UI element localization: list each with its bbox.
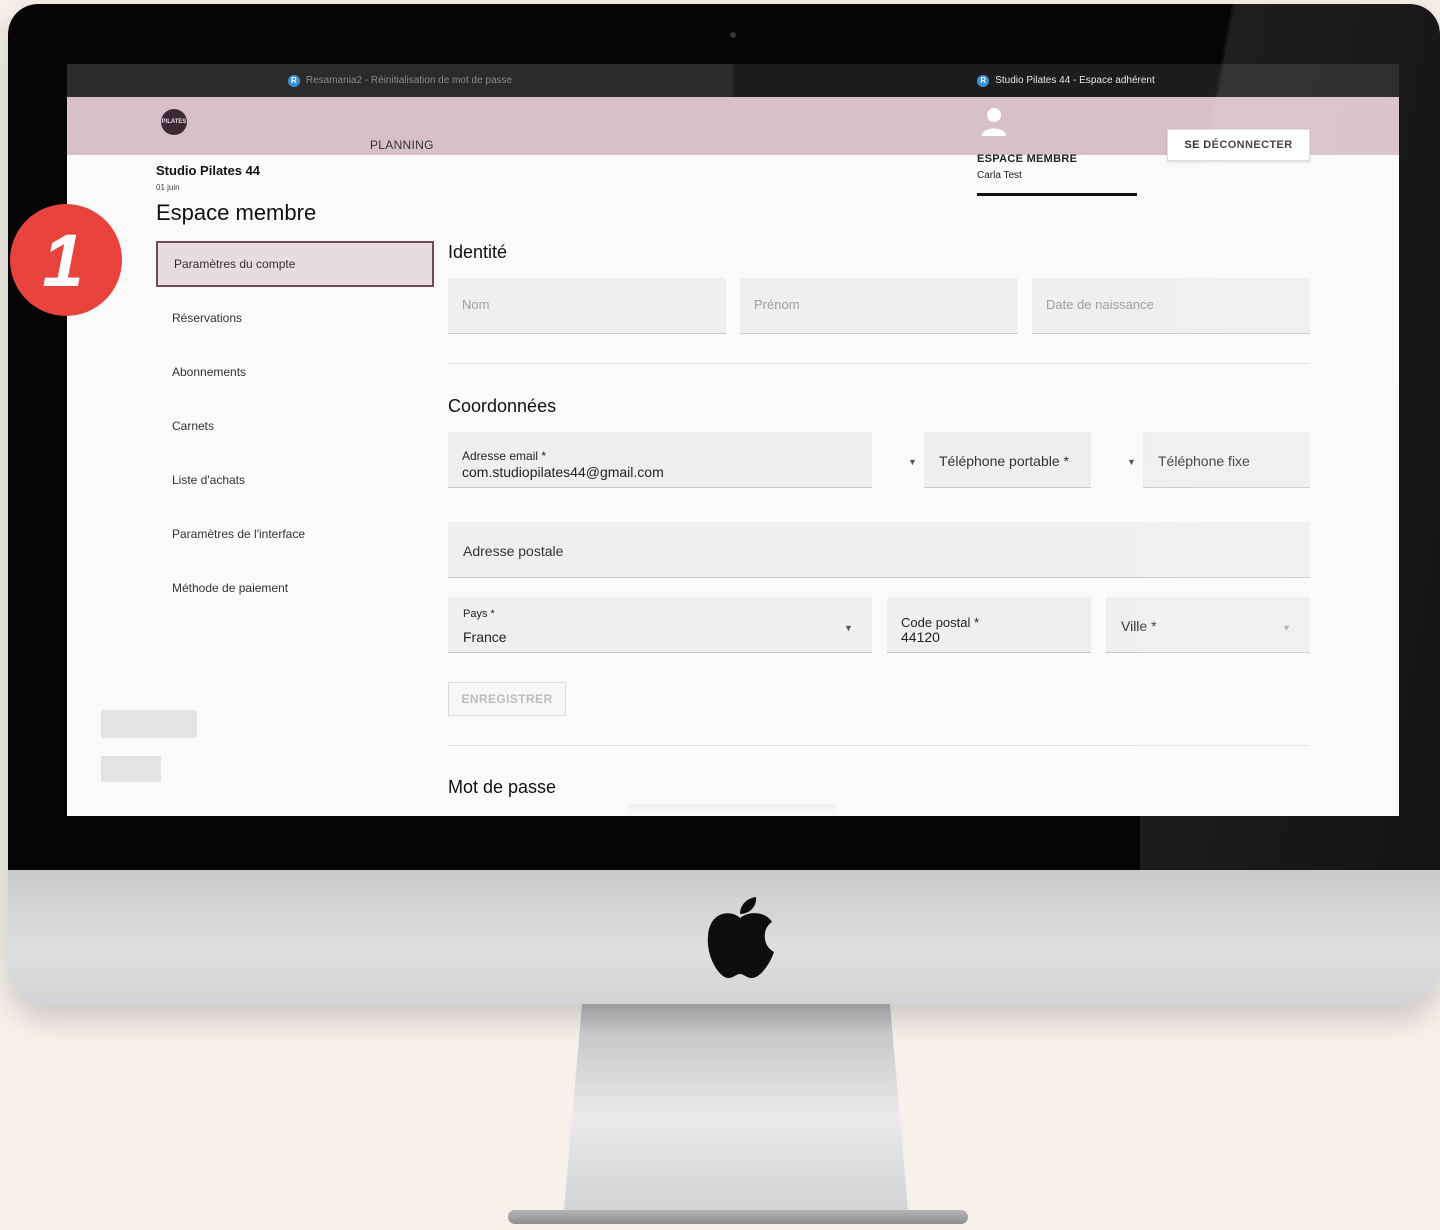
browser-tab-espace-adherent[interactable]: R Studio Pilates 44 - Espace adhérent: [733, 64, 1399, 97]
telephone-fixe-field[interactable]: Téléphone fixe: [1143, 432, 1310, 488]
section-title-coordonnees: Coordonnées: [448, 396, 557, 416]
espace-membre-label: ESPACE MEMBRE: [977, 153, 1078, 165]
prenom-placeholder: Prénom: [754, 297, 800, 312]
sidebar-item-carnets[interactable]: Carnets: [156, 403, 434, 449]
browser-tab-bar: R Resamania2 - Réinitialisation de mot d…: [67, 64, 1399, 97]
ville-select[interactable]: Ville * ▼: [1106, 597, 1310, 653]
resamania-tab-icon: R: [287, 74, 300, 87]
section-title-mot-de-passe: Mot de passe: [448, 777, 557, 797]
camera-dot: [730, 32, 736, 38]
studio-date: 01 juin: [156, 183, 180, 192]
logo-text: PILATES: [161, 119, 187, 125]
member-name: Carla Test: [977, 170, 1022, 181]
date-naissance-placeholder: Date de naissance: [1046, 297, 1154, 312]
browser-tab-label: Studio Pilates 44 - Espace adhérent: [995, 75, 1155, 86]
email-value: com.studiopilates44@gmail.com: [462, 464, 664, 480]
field-shadow-edge: [629, 804, 835, 816]
save-button[interactable]: ENREGISTRER: [448, 682, 566, 716]
nav-planning-link[interactable]: PLANNING: [370, 138, 434, 152]
email-label: Adresse email *: [462, 449, 547, 463]
telephone-portable-label: Téléphone portable *: [939, 453, 1069, 469]
sidebar-item-label: Liste d'achats: [172, 473, 246, 487]
section-divider: [448, 745, 1310, 746]
code-postal-label: Code postal *: [901, 615, 980, 630]
country-code-dropdown-icon[interactable]: ▼: [1127, 457, 1136, 467]
imac-monitor: R Resamania2 - Réinitialisation de mot d…: [8, 4, 1440, 1006]
sidebar-item-label: Abonnements: [172, 365, 247, 379]
user-avatar-icon[interactable]: [981, 106, 1007, 138]
sidebar-item-label: Méthode de paiement: [172, 581, 289, 595]
step-number: 1: [42, 218, 84, 302]
browser-tab-reset-password[interactable]: R Resamania2 - Réinitialisation de mot d…: [67, 64, 733, 97]
step-number-badge: 1: [10, 204, 122, 316]
section-divider: [448, 363, 1310, 364]
sidebar-item-label: Paramètres de l'interface: [172, 527, 306, 541]
sidebar-item-label: Carnets: [172, 419, 215, 433]
logout-button[interactable]: SE DÉCONNECTER: [1167, 129, 1310, 161]
telephone-fixe-label: Téléphone fixe: [1158, 453, 1250, 469]
page-title: Espace membre: [156, 200, 317, 225]
sidebar-item-parametres-compte[interactable]: Paramètres du compte: [156, 241, 434, 287]
telephone-portable-field[interactable]: Téléphone portable *: [924, 432, 1091, 488]
blurred-placeholder: [101, 710, 197, 738]
sidebar-item-liste-achats[interactable]: Liste d'achats: [156, 457, 434, 503]
browser-screen: R Resamania2 - Réinitialisation de mot d…: [67, 64, 1399, 816]
ville-label: Ville *: [1121, 618, 1157, 634]
sidebar-item-reservations[interactable]: Réservations: [156, 295, 434, 341]
resamania-tab-icon: R: [977, 74, 990, 87]
sidebar-item-methode-paiement[interactable]: Méthode de paiement: [156, 565, 434, 611]
blurred-placeholder: [101, 756, 161, 782]
studio-logo[interactable]: PILATES: [161, 109, 187, 135]
adresse-postale-field[interactable]: Adresse postale: [448, 522, 1310, 578]
apple-logo-icon: [707, 897, 774, 978]
nom-placeholder: Nom: [462, 297, 490, 312]
sidebar-item-label: Réservations: [172, 311, 243, 325]
studio-name: Studio Pilates 44: [156, 163, 261, 178]
nom-field[interactable]: Nom: [448, 278, 726, 334]
pays-label: Pays *: [463, 608, 495, 620]
adresse-postale-label: Adresse postale: [463, 543, 564, 559]
sidebar-item-abonnements[interactable]: Abonnements: [156, 349, 434, 395]
chevron-down-icon: ▼: [1282, 623, 1291, 633]
pays-select[interactable]: Pays * France ▼: [448, 597, 872, 653]
espace-membre-tab[interactable]: ESPACE MEMBRE Carla Test: [977, 153, 1137, 196]
code-postal-value: 44120: [901, 629, 940, 645]
date-naissance-field[interactable]: Date de naissance: [1032, 278, 1310, 334]
country-code-dropdown-icon[interactable]: ▼: [908, 457, 917, 467]
sidebar-item-label: Paramètres du compte: [174, 257, 296, 271]
code-postal-field[interactable]: Code postal * 44120: [887, 597, 1091, 653]
chevron-down-icon: ▼: [844, 623, 853, 633]
monitor-stand: [508, 1004, 968, 1224]
pays-value: France: [463, 629, 507, 645]
browser-tab-label: Resamania2 - Réinitialisation de mot de …: [305, 75, 513, 86]
email-field[interactable]: Adresse email * com.studiopilates44@gmai…: [448, 432, 872, 488]
section-title-identite: Identité: [448, 242, 508, 262]
prenom-field[interactable]: Prénom: [740, 278, 1018, 334]
sidebar-item-parametres-interface[interactable]: Paramètres de l'interface: [156, 511, 434, 557]
